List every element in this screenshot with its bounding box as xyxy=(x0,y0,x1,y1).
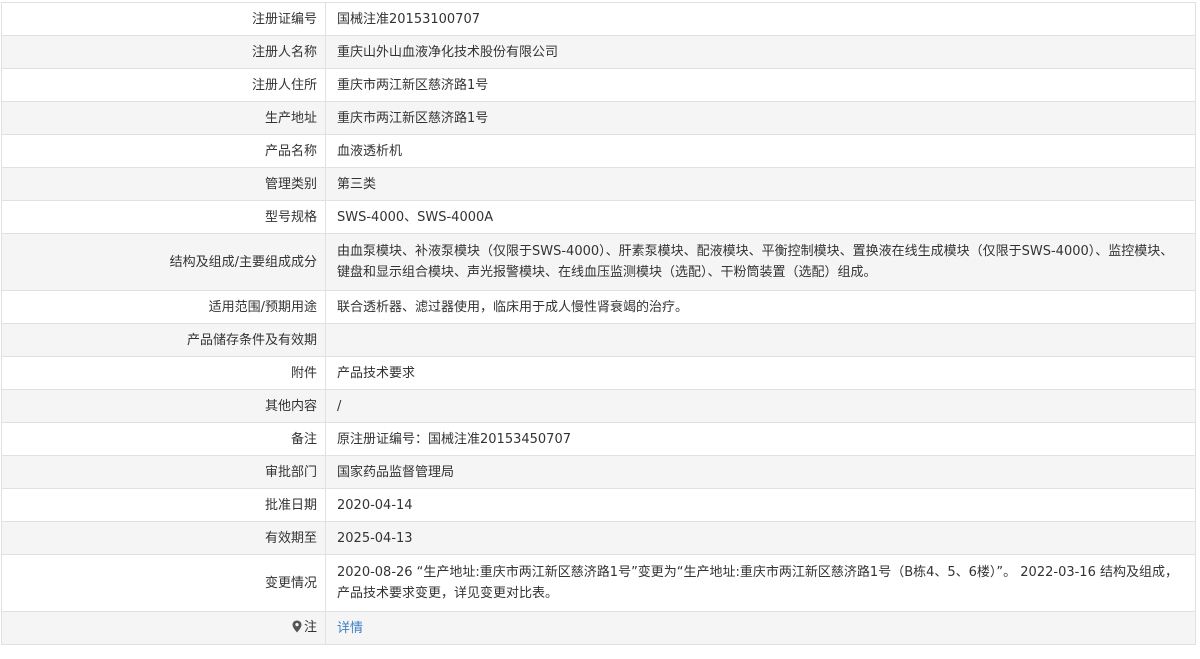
value-other-content: / xyxy=(325,389,1196,423)
row-other-content: 其他内容 / xyxy=(1,389,1196,423)
row-approval-date: 批准日期 2020-04-14 xyxy=(1,488,1196,522)
row-management-category: 管理类别 第三类 xyxy=(1,167,1196,201)
label-note: 注 xyxy=(1,611,326,645)
note-label-text: 注 xyxy=(303,619,317,635)
label-valid-until: 有效期至 xyxy=(1,521,326,555)
value-valid-until: 2025-04-13 xyxy=(325,521,1196,555)
value-production-address: 重庆市两江新区慈济路1号 xyxy=(325,101,1196,135)
registration-info-table: 注册证编号 国械注准20153100707 注册人名称 重庆山外山血液净化技术股… xyxy=(1,2,1196,645)
value-remarks: 原注册证编号：国械注准20153450707 xyxy=(325,422,1196,456)
label-other-content: 其他内容 xyxy=(1,389,326,423)
label-production-address: 生产地址 xyxy=(1,101,326,135)
value-management-category: 第三类 xyxy=(325,167,1196,201)
label-attachment: 附件 xyxy=(1,356,326,390)
label-model-spec: 型号规格 xyxy=(1,200,326,234)
row-approval-department: 审批部门 国家药品监督管理局 xyxy=(1,455,1196,489)
label-management-category: 管理类别 xyxy=(1,167,326,201)
value-structure-composition: 由血泵模块、补液泵模块（仅限于SWS-4000）、肝素泵模块、配液模块、平衡控制… xyxy=(325,233,1196,291)
row-production-address: 生产地址 重庆市两江新区慈济路1号 xyxy=(1,101,1196,135)
value-registrant-name: 重庆山外山血液净化技术股份有限公司 xyxy=(325,35,1196,69)
registration-detail-page: 注册证编号 国械注准20153100707 注册人名称 重庆山外山血液净化技术股… xyxy=(0,0,1200,659)
value-change-history: 2020-08-26 “生产地址:重庆市两江新区慈济路1号”变更为“生产地址:重… xyxy=(325,554,1196,612)
row-attachment: 附件 产品技术要求 xyxy=(1,356,1196,390)
value-approval-department: 国家药品监督管理局 xyxy=(325,455,1196,489)
value-attachment: 产品技术要求 xyxy=(325,356,1196,390)
value-product-name: 血液透析机 xyxy=(325,134,1196,168)
row-structure-composition: 结构及组成/主要组成成分 由血泵模块、补液泵模块（仅限于SWS-4000）、肝素… xyxy=(1,233,1196,291)
label-product-name: 产品名称 xyxy=(1,134,326,168)
value-model-spec: SWS-4000、SWS-4000A xyxy=(325,200,1196,234)
label-registration-number: 注册证编号 xyxy=(1,2,326,36)
label-registrant-address: 注册人住所 xyxy=(1,68,326,102)
value-intended-use: 联合透析器、滤过器使用，临床用于成人慢性肾衰竭的治疗。 xyxy=(325,290,1196,324)
label-approval-date: 批准日期 xyxy=(1,488,326,522)
row-storage-validity: 产品储存条件及有效期 xyxy=(1,323,1196,357)
row-intended-use: 适用范围/预期用途 联合透析器、滤过器使用，临床用于成人慢性肾衰竭的治疗。 xyxy=(1,290,1196,324)
label-approval-department: 审批部门 xyxy=(1,455,326,489)
details-link[interactable]: 详情 xyxy=(337,621,363,636)
row-registration-number: 注册证编号 国械注准20153100707 xyxy=(1,2,1196,36)
value-storage-validity xyxy=(325,323,1196,357)
label-structure-composition: 结构及组成/主要组成成分 xyxy=(1,233,326,291)
row-note: 注 详情 xyxy=(1,611,1196,645)
row-remarks: 备注 原注册证编号：国械注准20153450707 xyxy=(1,422,1196,456)
row-valid-until: 有效期至 2025-04-13 xyxy=(1,521,1196,555)
value-registrant-address: 重庆市两江新区慈济路1号 xyxy=(325,68,1196,102)
row-model-spec: 型号规格 SWS-4000、SWS-4000A xyxy=(1,200,1196,234)
row-change-history: 变更情况 2020-08-26 “生产地址:重庆市两江新区慈济路1号”变更为“生… xyxy=(1,554,1196,612)
value-note: 详情 xyxy=(325,611,1196,645)
label-remarks: 备注 xyxy=(1,422,326,456)
row-registrant-address: 注册人住所 重庆市两江新区慈济路1号 xyxy=(1,68,1196,102)
value-registration-number: 国械注准20153100707 xyxy=(325,2,1196,36)
label-change-history: 变更情况 xyxy=(1,554,326,612)
row-product-name: 产品名称 血液透析机 xyxy=(1,134,1196,168)
value-approval-date: 2020-04-14 xyxy=(325,488,1196,522)
row-registrant-name: 注册人名称 重庆山外山血液净化技术股份有限公司 xyxy=(1,35,1196,69)
label-storage-validity: 产品储存条件及有效期 xyxy=(1,323,326,357)
label-intended-use: 适用范围/预期用途 xyxy=(1,290,326,324)
label-registrant-name: 注册人名称 xyxy=(1,35,326,69)
map-pin-icon xyxy=(292,619,302,640)
